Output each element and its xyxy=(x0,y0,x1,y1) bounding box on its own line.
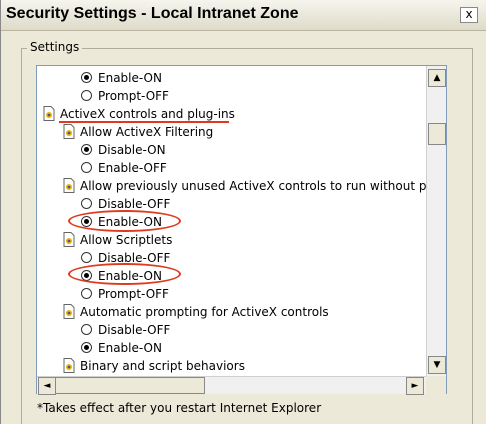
radio-button[interactable] xyxy=(81,90,92,101)
settings-group-label: Settings xyxy=(27,40,83,54)
window-title: Security Settings - Local Intranet Zone xyxy=(6,5,299,22)
annotation-ellipse xyxy=(68,210,181,232)
option-label: Enable-ON xyxy=(98,341,162,355)
scroll-right-arrow-icon[interactable]: ► xyxy=(406,377,424,395)
title-bar: Security Settings - Local Intranet Zone … xyxy=(1,0,486,31)
settings-page-icon xyxy=(43,106,55,121)
option-label: Prompt-OFF xyxy=(98,89,169,103)
annotation-ellipse xyxy=(68,263,181,285)
scroll-down-arrow-icon[interactable]: ▼ xyxy=(428,356,446,374)
horizontal-scrollbar[interactable]: ◄ ► xyxy=(37,376,426,395)
settings-page-icon xyxy=(63,232,75,247)
option-label: Disable-ON xyxy=(98,143,166,157)
radio-button[interactable] xyxy=(81,288,92,299)
settings-page-icon xyxy=(63,358,75,373)
setting-label: Allow ActiveX Filtering xyxy=(80,125,214,139)
radio-button[interactable] xyxy=(81,252,92,263)
setting-label: Allow Scriptlets xyxy=(80,233,173,247)
settings-page-icon xyxy=(63,124,75,139)
vertical-scrollbar[interactable]: ▲ ▼ xyxy=(426,66,446,376)
vertical-scroll-thumb[interactable] xyxy=(428,123,446,145)
restart-footnote: *Takes effect after you restart Internet… xyxy=(37,401,322,415)
option-label: Prompt-OFF xyxy=(98,287,169,301)
option-label: Enable-OFF xyxy=(98,161,167,175)
scrollbar-corner xyxy=(426,376,446,394)
annotation-underline xyxy=(59,121,229,123)
setting-label: Automatic prompting for ActiveX controls xyxy=(80,305,329,319)
scroll-up-arrow-icon[interactable]: ▲ xyxy=(428,69,446,87)
security-settings-dialog: Security Settings - Local Intranet Zone … xyxy=(0,0,486,424)
option-label: Enable-ON xyxy=(98,71,162,85)
settings-page-icon xyxy=(63,178,75,193)
option-label: Disable-OFF xyxy=(98,323,171,337)
settings-page-icon xyxy=(63,304,75,319)
close-button[interactable]: x xyxy=(460,7,478,23)
setting-label: Allow previously unused ActiveX controls… xyxy=(80,179,447,193)
radio-button[interactable] xyxy=(81,72,92,83)
radio-button[interactable] xyxy=(81,198,92,209)
radio-button[interactable] xyxy=(81,162,92,173)
radio-button[interactable] xyxy=(81,144,92,155)
radio-button[interactable] xyxy=(81,342,92,353)
setting-label: Binary and script behaviors xyxy=(80,359,245,373)
horizontal-scroll-thumb[interactable] xyxy=(55,377,205,394)
scroll-left-arrow-icon[interactable]: ◄ xyxy=(38,377,56,395)
radio-button[interactable] xyxy=(81,324,92,335)
